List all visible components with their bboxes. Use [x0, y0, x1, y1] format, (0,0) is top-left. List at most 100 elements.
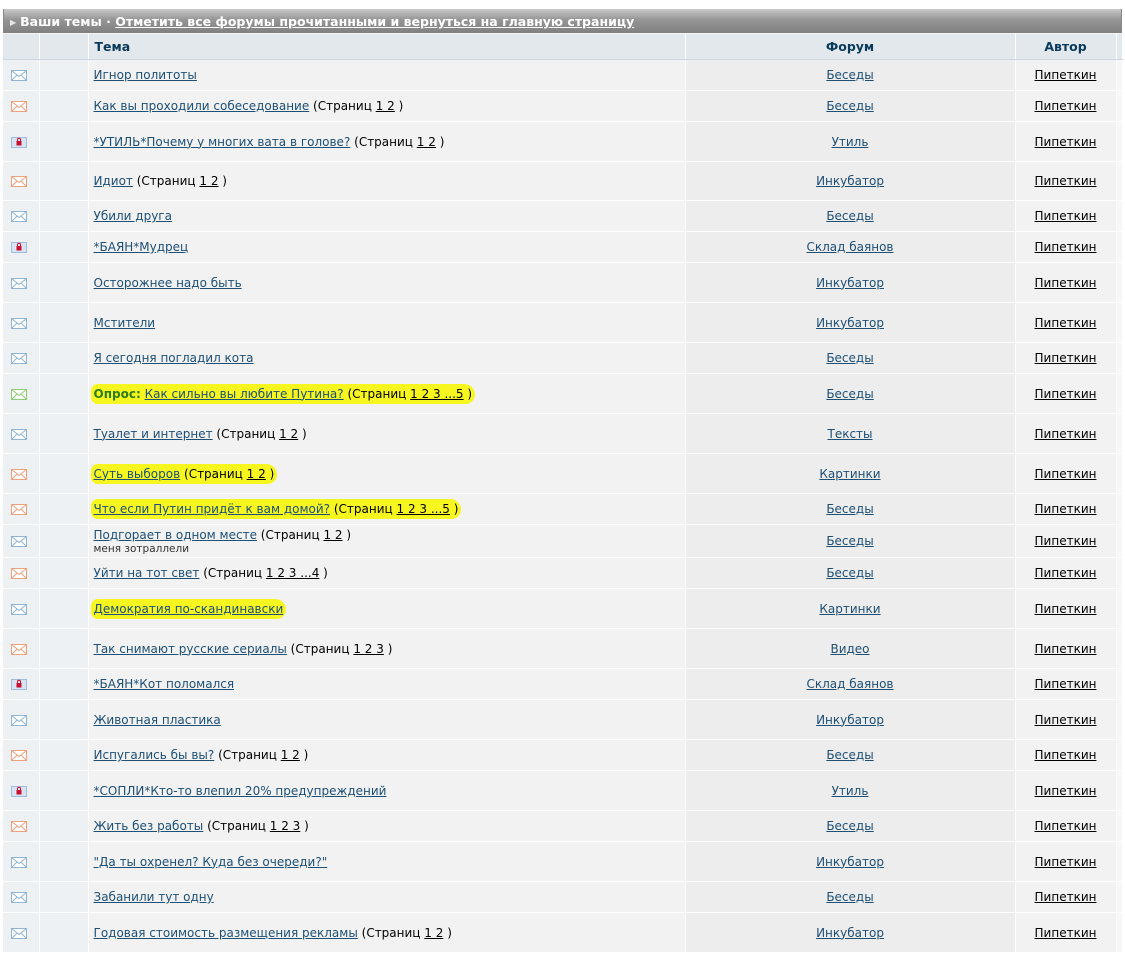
row-end-cell [1116, 739, 1123, 771]
author-link[interactable]: Пипеткин [1035, 467, 1097, 481]
author-link[interactable]: Пипеткин [1035, 602, 1097, 616]
page-links[interactable]: 1 2 [417, 135, 436, 149]
forum-link[interactable]: Инкубатор [816, 713, 884, 727]
forum-link[interactable]: Беседы [826, 534, 873, 548]
page-links[interactable]: 1 2 [281, 748, 300, 762]
topic-title-link[interactable]: Уйти на тот свет [94, 566, 200, 580]
topic-title-link[interactable]: Туалет и интернет [94, 427, 213, 441]
topic-title-link[interactable]: *БАЯН*Кот поломался [94, 677, 235, 691]
forum-link[interactable]: Беседы [826, 99, 873, 113]
topic-title-link[interactable]: Мстители [94, 316, 156, 330]
mark-all-read-link[interactable]: Отметить все форумы прочитанными и верну… [115, 14, 634, 29]
author-link[interactable]: Пипеткин [1035, 784, 1097, 798]
topic-title-link[interactable]: Как вы проходили собеседование [94, 99, 310, 113]
author-link[interactable]: Пипеткин [1035, 240, 1097, 254]
forum-link[interactable]: Беседы [826, 566, 873, 580]
row-forum-cell: Инкубатор [685, 699, 1016, 740]
forum-link[interactable]: Беседы [826, 209, 873, 223]
forum-link[interactable]: Утиль [832, 135, 869, 149]
author-link[interactable]: Пипеткин [1035, 819, 1097, 833]
topic-title-link[interactable]: Суть выборов [94, 467, 181, 481]
forum-link[interactable]: Инкубатор [816, 855, 884, 869]
topic-title-link[interactable]: Убили друга [94, 209, 172, 223]
forum-link[interactable]: Видео [830, 642, 869, 656]
author-link[interactable]: Пипеткин [1035, 926, 1097, 940]
forum-link[interactable]: Картинки [819, 467, 880, 481]
author-link[interactable]: Пипеткин [1035, 387, 1097, 401]
author-link[interactable]: Пипеткин [1035, 677, 1097, 691]
forum-link[interactable]: Инкубатор [816, 174, 884, 188]
author-link[interactable]: Пипеткин [1035, 713, 1097, 727]
topic-title-link[interactable]: Я сегодня погладил кота [94, 351, 254, 365]
pagination-label: Страниц [338, 502, 393, 516]
topic-title-link[interactable]: Подгорает в одном месте [94, 528, 257, 542]
topic-title-link[interactable]: *УТИЛЬ*Почему у многих вата в голове? [94, 135, 351, 149]
topic-title-link[interactable]: "Да ты охренел? Куда без очереди?" [94, 855, 328, 869]
author-link[interactable]: Пипеткин [1035, 566, 1097, 580]
topic-title-link[interactable]: Годовая стоимость размещения рекламы [94, 926, 358, 940]
topic-title-link[interactable]: Животная пластика [94, 713, 221, 727]
author-link[interactable]: Пипеткин [1035, 534, 1097, 548]
page-links[interactable]: 1 2 3 [270, 819, 301, 833]
forum-link[interactable]: Инкубатор [816, 276, 884, 290]
author-link[interactable]: Пипеткин [1035, 642, 1097, 656]
table-row: *СОПЛИ*Кто-то влепил 20% предупреждений У… [3, 770, 1123, 811]
author-link[interactable]: Пипеткин [1035, 316, 1097, 330]
author-link[interactable]: Пипеткин [1035, 502, 1097, 516]
topic-title-link[interactable]: Идиот [94, 174, 133, 188]
page-links[interactable]: 1 2 [323, 528, 342, 542]
row-status-cell [39, 699, 89, 740]
page-links[interactable]: 1 2 [247, 467, 266, 481]
topic-title-link[interactable]: Осторожнее надо быть [94, 276, 242, 290]
page-links[interactable]: 1 2 [199, 174, 218, 188]
page-links[interactable]: 1 2 3 [353, 642, 384, 656]
author-link[interactable]: Пипеткин [1035, 209, 1097, 223]
forum-link[interactable]: Беседы [826, 890, 873, 904]
topic-title-link[interactable]: Жить без работы [94, 819, 204, 833]
page-links[interactable]: 1 2 3 ...4 [266, 566, 319, 580]
forum-link[interactable]: Беседы [826, 387, 873, 401]
forum-link[interactable]: Тексты [827, 427, 872, 441]
forum-link[interactable]: Беседы [826, 68, 873, 82]
topic-title-link[interactable]: Забанили тут одну [94, 890, 214, 904]
hot-topic-icon [11, 568, 27, 579]
header-end-cell [1116, 33, 1123, 60]
topic-title-link[interactable]: Что если Путин придёт к вам домой? [94, 502, 331, 516]
author-link[interactable]: Пипеткин [1035, 174, 1097, 188]
forum-link[interactable]: Склад баянов [807, 677, 894, 691]
forum-link[interactable]: Утиль [832, 784, 869, 798]
topic-title-group: *БАЯН*Мудрец [94, 240, 189, 254]
table-row: Как вы проходили собеседование (Страниц … [3, 90, 1123, 122]
table-row: Уйти на тот свет (Страниц 1 2 3 ...4 ) Бе… [3, 557, 1123, 589]
page-links[interactable]: 1 2 3 ...5 [410, 387, 463, 401]
forum-link[interactable]: Инкубатор [816, 926, 884, 940]
forum-link[interactable]: Беседы [826, 351, 873, 365]
forum-link[interactable]: Беседы [826, 502, 873, 516]
page-links[interactable]: 1 2 3 ...5 [397, 502, 450, 516]
author-link[interactable]: Пипеткин [1035, 748, 1097, 762]
topic-title-link[interactable]: *БАЯН*Мудрец [94, 240, 189, 254]
author-link[interactable]: Пипеткин [1035, 890, 1097, 904]
forum-link[interactable]: Инкубатор [816, 316, 884, 330]
topic-title-link[interactable]: Как сильно вы любите Путина? [145, 387, 344, 401]
page-links[interactable]: 1 2 [279, 427, 298, 441]
page-links[interactable]: 1 2 [424, 926, 443, 940]
forum-link[interactable]: Картинки [819, 602, 880, 616]
author-link[interactable]: Пипеткин [1035, 427, 1097, 441]
topic-title-link[interactable]: Демократия по-скандинавски [94, 602, 284, 616]
topic-title-link[interactable]: *СОПЛИ*Кто-то влепил 20% предупреждений [94, 784, 387, 798]
author-link[interactable]: Пипеткин [1035, 99, 1097, 113]
author-link[interactable]: Пипеткин [1035, 68, 1097, 82]
author-link[interactable]: Пипеткин [1035, 276, 1097, 290]
page-links[interactable]: 1 2 [376, 99, 395, 113]
author-link[interactable]: Пипеткин [1035, 351, 1097, 365]
forum-link[interactable]: Беседы [826, 819, 873, 833]
topic-title-link[interactable]: Испугались бы вы? [94, 748, 215, 762]
author-link[interactable]: Пипеткин [1035, 135, 1097, 149]
topic-title-link[interactable]: Так снимают русские сериалы [94, 642, 287, 656]
row-topic-cell: Мстители [88, 302, 686, 343]
forum-link[interactable]: Склад баянов [807, 240, 894, 254]
author-link[interactable]: Пипеткин [1035, 855, 1097, 869]
forum-link[interactable]: Беседы [826, 748, 873, 762]
topic-title-link[interactable]: Игнор политоты [94, 68, 197, 82]
